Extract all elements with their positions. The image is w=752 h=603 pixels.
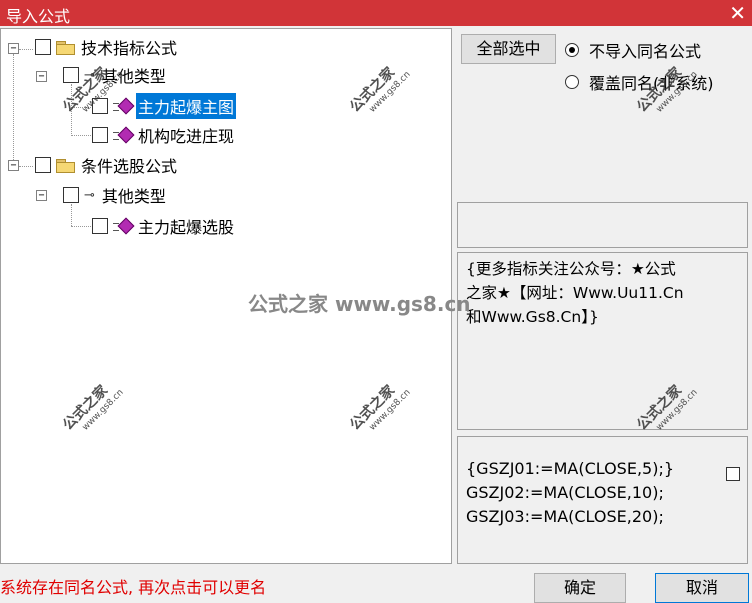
select-all-button[interactable]: 全部选中 [461,34,556,64]
tree-node-label: 条件选股公式 [81,157,178,176]
formula-gem-icon [113,217,135,235]
tree-connector [71,135,91,136]
checkbox[interactable] [63,67,79,83]
description-line: 和Www.Gs8.Cn】} [466,308,599,326]
checkbox[interactable] [92,218,108,234]
tree-node-select-other[interactable]: ⊸ 其他类型 [63,181,168,209]
folder-icon [56,158,75,173]
tree-node-label: 机构吃进庄现 [138,127,235,146]
expander-select-other[interactable]: − [36,190,47,201]
description-line: {更多指标关注公众号：★公式 [466,260,676,278]
status-message: 系统存在同名公式, 再次点击可以更名 [0,578,267,597]
ok-button[interactable]: 确定 [534,573,626,603]
watermark-text: 公式之家 www.gs8.cn [248,292,471,316]
code-panel: {GSZJ01:=MA(CLOSE,5);} GSZJ02:=MA(CLOSE,… [457,436,748,564]
tree-node-tech-item1[interactable]: 主力起爆主图 [92,92,237,120]
tree-node-select[interactable]: 条件选股公式 [35,151,179,179]
checkbox[interactable] [35,157,51,173]
expander-tech[interactable]: − [8,43,19,54]
formula-gem-icon [113,126,135,144]
cancel-button[interactable]: 取消 [655,573,749,603]
description-text: {更多指标关注公众号：★公式 之家★【网址：Www.Uu11.Cn 和Www.G… [458,253,747,333]
checkbox[interactable] [63,187,79,203]
title-bar: 导入公式 ✕ [0,0,752,26]
formula-gem-icon [113,97,135,115]
info-box [457,202,748,248]
tree-node-label: 主力起爆主图 [136,93,237,119]
tree-node-label: 技术指标公式 [81,39,178,58]
window-title: 导入公式 [6,7,71,26]
tree-connector [13,54,14,164]
tree-node-label: 主力起爆选股 [138,218,235,237]
code-line: {GSZJ01:=MA(CLOSE,5);} [466,459,675,478]
tree-node-tech-item2[interactable]: 机构吃进庄现 [92,121,236,149]
checkbox[interactable] [92,127,108,143]
code-line: GSZJ03:=MA(CLOSE,20); [466,507,664,526]
code-text: {GSZJ01:=MA(CLOSE,5);} GSZJ02:=MA(CLOSE,… [458,437,747,549]
tree-connector [19,166,33,167]
tree-node-tech[interactable]: 技术指标公式 [35,33,179,61]
radio-dot[interactable] [565,75,579,89]
tree-connector [19,49,33,50]
radio-label: 不导入同名公式 [589,42,702,61]
code-line: GSZJ02:=MA(CLOSE,10); [466,483,664,502]
tree-node-select-item1[interactable]: 主力起爆选股 [92,212,236,240]
expander-tech-other[interactable]: − [36,71,47,82]
description-line: 之家★【网址：Www.Uu11.Cn [466,284,684,302]
tree-connector [71,226,91,227]
close-icon[interactable]: ✕ [729,0,746,26]
description-panel: {更多指标关注公众号：★公式 之家★【网址：Www.Uu11.Cn 和Www.G… [457,252,748,430]
code-checkbox[interactable] [726,467,740,481]
expander-select[interactable]: − [8,160,19,171]
folder-icon [56,40,75,55]
checkbox[interactable] [35,39,51,55]
tree-node-label: 其他类型 [101,187,166,206]
key-icon: ⊸ [84,187,95,203]
radio-dot[interactable] [565,43,579,57]
